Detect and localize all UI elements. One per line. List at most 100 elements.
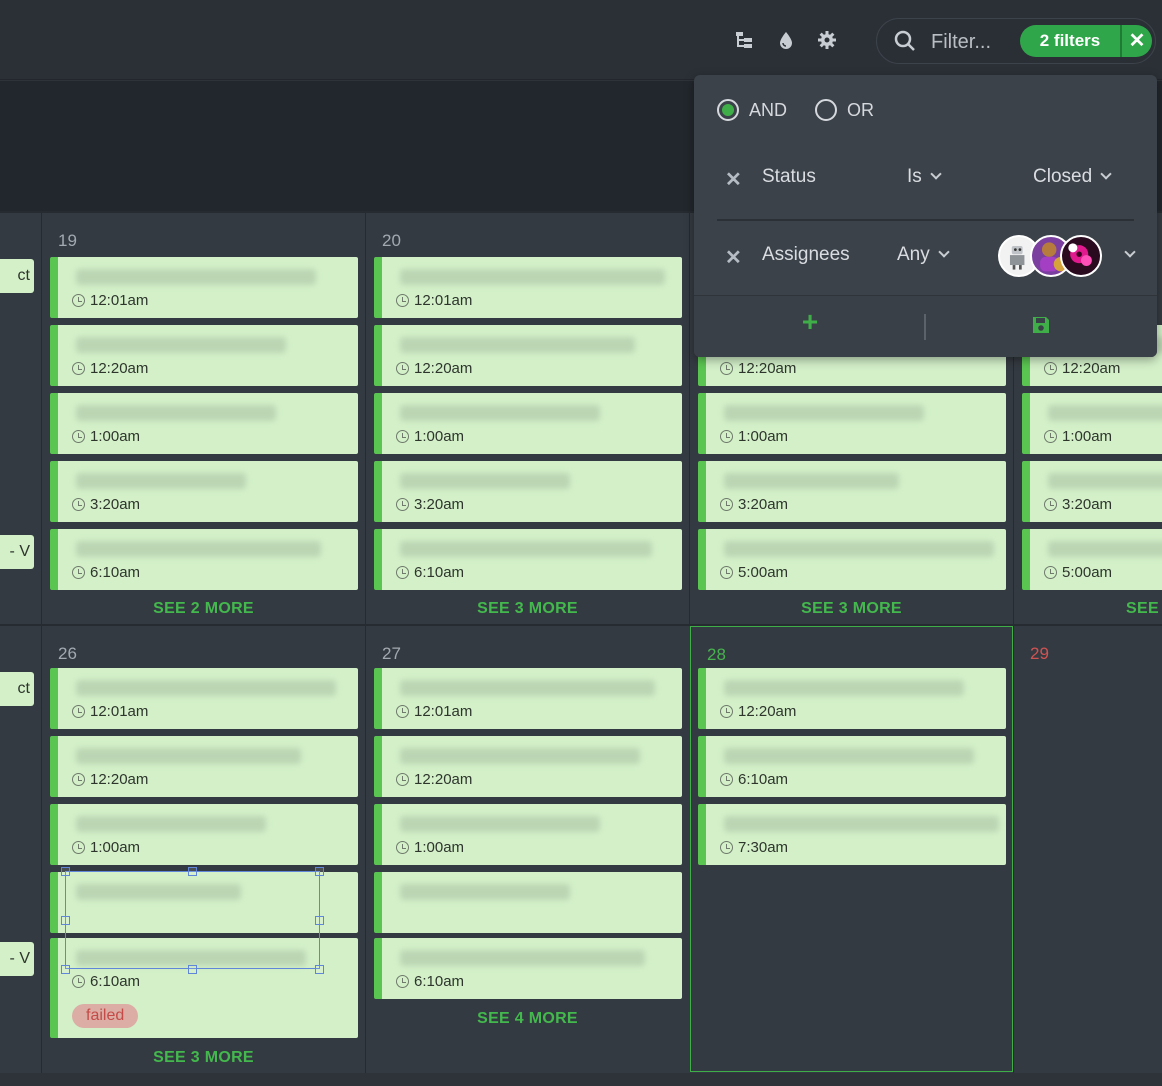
resize-handle[interactable] — [61, 965, 70, 974]
event-card[interactable]: 1:00am — [1022, 393, 1162, 454]
resize-handle[interactable] — [315, 916, 324, 925]
resize-handle[interactable] — [315, 965, 324, 974]
event-card[interactable]: 1:00am — [374, 393, 682, 454]
event-time: 5:00am — [1044, 564, 1112, 581]
event-time: 1:00am — [720, 428, 788, 445]
chevron-down-icon[interactable] — [1124, 246, 1136, 258]
day-cell-19[interactable]: 19 12:01am 12:20am 1:00am 3:20am 6:10am … — [41, 213, 365, 624]
event-time: 5:00am — [720, 564, 788, 581]
clock-icon — [72, 705, 85, 718]
event-title-blurred — [724, 816, 999, 832]
event-card[interactable]: 1:00am — [374, 804, 682, 865]
see-more-link[interactable]: SEE 4 MORE — [366, 1010, 689, 1028]
event-title-blurred — [76, 816, 266, 832]
event-card[interactable]: 6:10am — [698, 736, 1006, 797]
resize-handle[interactable] — [315, 867, 324, 876]
see-more-link[interactable]: SEE 3 MORE — [366, 600, 689, 618]
event-card[interactable]: 5:00am — [698, 529, 1006, 590]
event-card[interactable]: 6:10am — [374, 938, 682, 999]
filter-count-label[interactable]: 2 filters — [1020, 25, 1120, 57]
partial-event[interactable]: - V — [0, 942, 34, 976]
clock-icon — [396, 362, 409, 375]
event-card[interactable]: 1:00am — [50, 393, 358, 454]
event-card[interactable]: 12:20am — [374, 736, 682, 797]
event-card[interactable]: 12:20am — [50, 736, 358, 797]
event-card[interactable]: 12:01am — [374, 668, 682, 729]
remove-rule-icon[interactable]: ✕ — [725, 245, 742, 270]
plus-icon[interactable]: + — [798, 308, 822, 336]
event-card[interactable]: 12:20am — [50, 325, 358, 386]
event-card[interactable]: 6:10am — [374, 529, 682, 590]
event-card[interactable]: 3:20am — [374, 461, 682, 522]
resize-handle[interactable] — [61, 916, 70, 925]
chevron-down-icon — [938, 246, 950, 258]
event-card[interactable]: 12:20am — [374, 325, 682, 386]
resize-handle[interactable] — [61, 867, 70, 876]
filter-dropdown-panel: AND OR ✕ Status Is Closed ✕ Assignees An… — [694, 75, 1157, 357]
event-time: 12:01am — [72, 292, 148, 309]
event-card[interactable]: 1:00am — [698, 393, 1006, 454]
event-card[interactable]: 7:30am — [698, 804, 1006, 865]
rule-operator-value: Is — [907, 166, 922, 187]
clear-filters-icon[interactable]: ✕ — [1122, 25, 1152, 57]
logic-or-radio[interactable]: OR — [815, 99, 874, 121]
clock-icon — [720, 498, 733, 511]
day-number: 20 — [382, 231, 401, 250]
rule-value-select[interactable]: Closed — [1033, 166, 1112, 188]
resize-handle[interactable] — [188, 867, 197, 876]
rule-operator-select[interactable]: Any — [897, 244, 950, 266]
day-cell-29[interactable]: 29 — [1013, 626, 1162, 1073]
day-cell-28-today[interactable]: 28 12:20am 6:10am 7:30am — [690, 626, 1013, 1072]
filter-search-box[interactable]: 2 filters ✕ — [876, 18, 1156, 64]
day-cell-27[interactable]: 27 12:01am 12:20am 1:00am 6:10am SEE 4 M… — [365, 626, 689, 1073]
partial-event[interactable]: ct — [0, 259, 34, 293]
partial-event[interactable]: - V — [0, 535, 34, 569]
event-title-blurred — [400, 269, 665, 285]
see-more-link[interactable]: SEE 3 MORE — [42, 1049, 365, 1067]
event-card[interactable]: 12:01am — [374, 257, 682, 318]
see-more-link[interactable]: SEE — [1126, 600, 1162, 618]
event-card[interactable]: 12:01am — [50, 257, 358, 318]
event-time-label: 12:20am — [90, 360, 149, 377]
gear-icon[interactable] — [815, 28, 839, 52]
see-more-link[interactable]: SEE 3 MORE — [690, 600, 1013, 618]
event-card[interactable]: 12:20am — [698, 668, 1006, 729]
hierarchy-icon[interactable] — [732, 28, 756, 52]
droplet-icon[interactable] — [774, 28, 798, 52]
clock-icon — [1044, 566, 1057, 579]
event-time: 12:20am — [1044, 360, 1120, 377]
event-time-label: 6:10am — [90, 564, 141, 581]
clock-icon — [1044, 498, 1057, 511]
magenta-flower-avatar[interactable] — [1060, 235, 1102, 277]
filter-input[interactable] — [931, 29, 1031, 55]
event-time-label: 3:20am — [90, 496, 141, 513]
event-card[interactable]: 3:20am — [50, 461, 358, 522]
event-time: 6:10am — [720, 771, 788, 788]
remove-rule-icon[interactable]: ✕ — [725, 167, 742, 192]
save-icon[interactable] — [1031, 315, 1051, 335]
partial-event[interactable]: ct — [0, 672, 34, 706]
radio-empty-icon — [815, 99, 837, 121]
selection-box[interactable] — [61, 867, 324, 974]
see-more-link[interactable]: SEE 2 MORE — [42, 600, 365, 618]
event-card[interactable]: 12:01am — [50, 668, 358, 729]
event-time-label: 6:10am — [90, 973, 141, 990]
rule-operator-select[interactable]: Is — [907, 166, 942, 188]
event-title-blurred — [400, 748, 640, 764]
rule-field-label[interactable]: Assignees — [762, 244, 850, 266]
event-card[interactable]: 6:10am — [50, 529, 358, 590]
filter-rule-status: ✕ Status Is Closed — [717, 149, 1134, 209]
event-card[interactable]: 3:20am — [1022, 461, 1162, 522]
event-card[interactable] — [374, 872, 682, 933]
day-cell-26[interactable]: 26 12:01am 12:20am 1:00am 6:10am failed … — [41, 626, 365, 1073]
rule-field-label[interactable]: Status — [762, 166, 816, 188]
logic-and-radio[interactable]: AND — [717, 99, 787, 121]
event-time: 12:01am — [396, 292, 472, 309]
clock-icon — [720, 362, 733, 375]
event-card[interactable]: 5:00am — [1022, 529, 1162, 590]
day-cell-20[interactable]: 20 12:01am 12:20am 1:00am 3:20am 6:10am … — [365, 213, 689, 624]
resize-handle[interactable] — [188, 965, 197, 974]
active-filters-pill[interactable]: 2 filters ✕ — [1020, 25, 1152, 57]
event-card[interactable]: 3:20am — [698, 461, 1006, 522]
event-card[interactable]: 1:00am — [50, 804, 358, 865]
